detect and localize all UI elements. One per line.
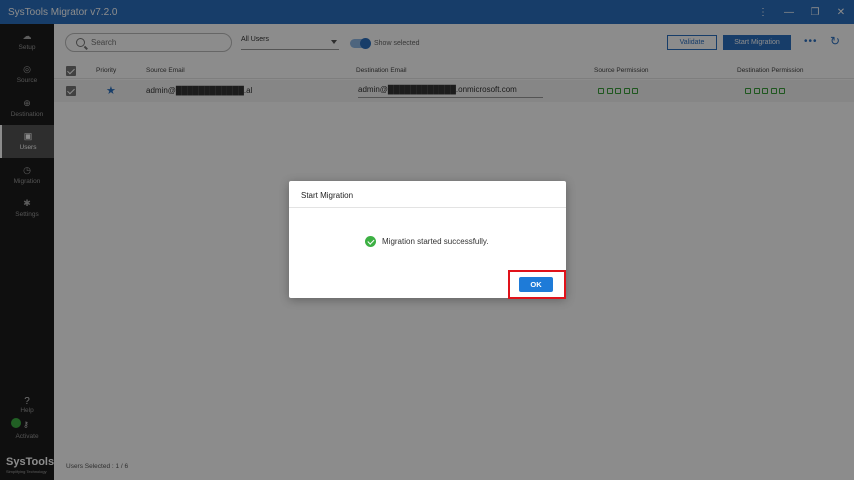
dialog-divider: [289, 207, 566, 208]
dialog-title: Start Migration: [301, 191, 354, 200]
start-migration-dialog: Start Migration Migration started succes…: [289, 181, 566, 299]
success-check-icon: [365, 236, 376, 247]
dialog-message: Migration started successfully.: [365, 236, 489, 247]
ok-button[interactable]: OK: [519, 277, 553, 292]
dialog-message-text: Migration started successfully.: [382, 237, 489, 246]
